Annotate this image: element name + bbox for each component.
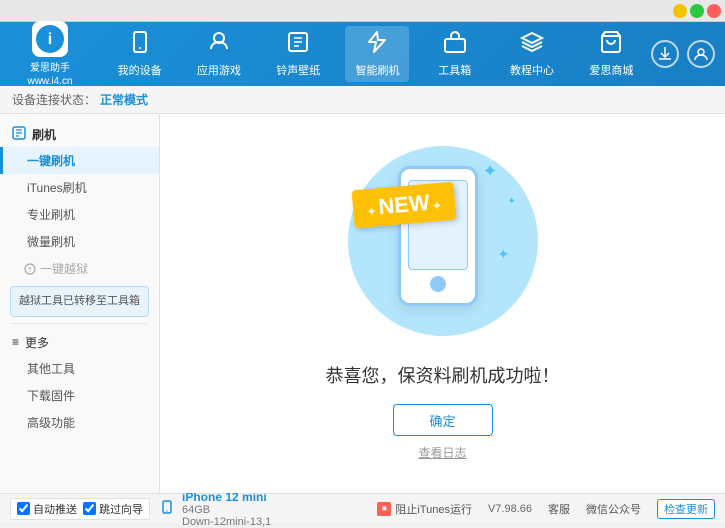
sidebar-item-download-firmware[interactable]: 下载固件	[0, 382, 159, 409]
smart-flash-icon	[365, 30, 389, 60]
download-button[interactable]	[651, 40, 679, 68]
sidebar-divider	[12, 323, 147, 324]
auto-push-checkbox-wrapper[interactable]: 自动推送	[17, 501, 77, 517]
sparkle-2: ✦	[508, 196, 516, 207]
sidebar-item-other-tools[interactable]: 其他工具	[0, 355, 159, 382]
status-bar: 设备连接状态： 正常模式	[0, 86, 725, 114]
device-icon	[160, 500, 174, 517]
nav-mall[interactable]: 爱思商城	[579, 26, 643, 82]
more-section-label: 更多	[25, 334, 49, 351]
header: i 爱思助手 www.i4.cn 我的设备 应用游戏 铃声壁纸	[0, 22, 725, 86]
confirm-button[interactable]: 确定	[393, 404, 493, 436]
my-device-icon	[128, 30, 152, 60]
device-info: iPhone 12 mini 64GB Down-12mini-13,1	[160, 490, 271, 528]
jailbreak-label: 一键越狱	[40, 260, 88, 277]
sidebar-more-title: ≡ 更多	[0, 330, 159, 355]
logo-brand: 爱思助手	[30, 59, 70, 74]
phone-home-button	[430, 276, 446, 292]
flash-section-icon	[12, 126, 26, 143]
apps-games-icon	[207, 30, 231, 60]
sidebar-item-pro-flash[interactable]: 专业刷机	[0, 201, 159, 228]
logo-icon: i	[32, 21, 68, 57]
nav-ringtones-label: 铃声壁纸	[276, 62, 320, 78]
wechat-link[interactable]: 微信公众号	[586, 501, 641, 517]
nav-bar: 我的设备 应用游戏 铃声壁纸 智能刷机 工具箱	[100, 26, 651, 82]
sparkle-3: ✦	[498, 246, 510, 263]
nav-apps-games-label: 应用游戏	[197, 62, 241, 78]
auto-push-label: 自动推送	[33, 501, 77, 517]
flash-section-label: 刷机	[32, 126, 56, 143]
customer-service-link[interactable]: 客服	[548, 501, 570, 517]
sidebar-flash-title: 刷机	[0, 122, 159, 147]
skip-wizard-label: 跳过向导	[99, 501, 143, 517]
bottom-left: 自动推送 跳过向导 iPhone 12 mini 64GB Down-12min…	[10, 490, 271, 528]
ringtones-icon	[286, 30, 310, 60]
version-text: V7.98.66	[488, 503, 532, 515]
bottom-right: ⏹ 阻止iTunes运行 V7.98.66 客服 微信公众号 检查更新	[377, 499, 715, 519]
sidebar-item-itunes-flash[interactable]: iTunes刷机	[0, 174, 159, 201]
sparkle-1: ✦	[483, 161, 498, 182]
nav-my-device[interactable]: 我的设备	[108, 26, 172, 82]
logo: i 爱思助手 www.i4.cn	[10, 21, 90, 87]
stop-itunes: ⏹ 阻止iTunes运行	[377, 501, 472, 517]
nav-toolbox-label: 工具箱	[438, 62, 471, 78]
content-area: ✦ ✦ ✦ NEW 恭喜您，保资料刷机成功啦！ 确定 查看日志	[160, 114, 725, 493]
nav-ringtones[interactable]: 铃声壁纸	[266, 26, 330, 82]
bottom-bar: 自动推送 跳过向导 iPhone 12 mini 64GB Down-12min…	[0, 493, 725, 523]
sidebar: 刷机 一键刷机 iTunes刷机 专业刷机 微量刷机 一键越狱 越狱工具已转移至…	[0, 114, 160, 493]
toolbox-icon	[443, 30, 467, 60]
header-right-buttons	[651, 40, 715, 68]
device-storage: 64GB	[182, 504, 271, 516]
status-label: 设备连接状态：	[12, 91, 96, 108]
minimize-button[interactable]	[673, 4, 687, 18]
sidebar-item-micro-flash[interactable]: 微量刷机	[0, 228, 159, 255]
main-layout: 刷机 一键刷机 iTunes刷机 专业刷机 微量刷机 一键越狱 越狱工具已转移至…	[0, 114, 725, 493]
nav-my-device-label: 我的设备	[118, 62, 162, 78]
close-button[interactable]	[707, 4, 721, 18]
stop-itunes-icon: ⏹	[377, 502, 391, 516]
device-details: iPhone 12 mini 64GB Down-12mini-13,1	[182, 490, 271, 528]
sidebar-item-advanced[interactable]: 高级功能	[0, 409, 159, 436]
status-value: 正常模式	[100, 91, 148, 108]
check-update-button[interactable]: 检查更新	[657, 499, 715, 519]
user-button[interactable]	[687, 40, 715, 68]
auto-push-checkbox[interactable]	[17, 502, 30, 515]
nav-tutorials-label: 教程中心	[510, 62, 554, 78]
maximize-button[interactable]	[690, 4, 704, 18]
skip-wizard-checkbox-wrapper[interactable]: 跳过向导	[83, 501, 143, 517]
sidebar-item-one-click-flash[interactable]: 一键刷机	[0, 147, 159, 174]
titlebar	[0, 0, 725, 22]
phone-illustration: ✦ ✦ ✦ NEW	[343, 146, 543, 346]
nav-smart-flash-label: 智能刷机	[355, 62, 399, 78]
success-message: 恭喜您，保资料刷机成功啦！	[326, 362, 560, 388]
view-log-link[interactable]: 查看日志	[418, 444, 466, 461]
sidebar-item-jailbreak: 一键越狱	[0, 255, 159, 282]
nav-mall-label: 爱思商城	[589, 62, 633, 78]
device-version: Down-12mini-13,1	[182, 516, 271, 528]
nav-toolbox[interactable]: 工具箱	[425, 26, 485, 82]
more-section-icon: ≡	[12, 335, 19, 349]
nav-tutorials[interactable]: 教程中心	[500, 26, 564, 82]
skip-wizard-checkbox[interactable]	[83, 502, 96, 515]
stop-itunes-label: 阻止iTunes运行	[395, 501, 472, 517]
logo-url: www.i4.cn	[27, 76, 72, 87]
jailbreak-note-box: 越狱工具已转移至工具箱	[10, 286, 149, 317]
nav-smart-flash[interactable]: 智能刷机	[345, 26, 409, 82]
mall-icon	[599, 30, 623, 60]
tutorials-icon	[520, 30, 544, 60]
nav-apps-games[interactable]: 应用游戏	[187, 26, 251, 82]
svg-text:i: i	[48, 31, 52, 48]
